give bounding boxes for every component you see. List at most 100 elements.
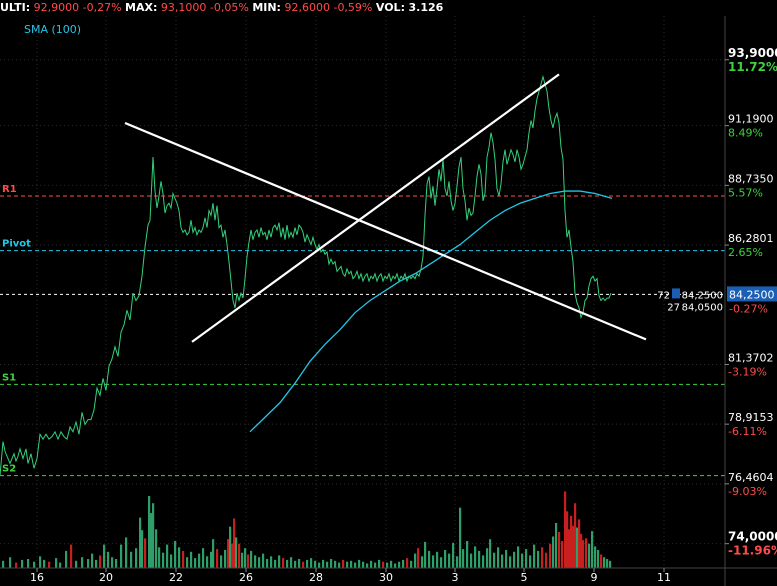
volume-bar <box>466 541 469 568</box>
volume-bar <box>470 553 473 568</box>
volume-bar <box>452 542 455 568</box>
volume-bar <box>564 491 567 568</box>
volume-bar <box>107 551 110 568</box>
volume-bar <box>87 559 90 568</box>
ask-price: 84,0500 <box>682 302 723 313</box>
volume-bar <box>286 559 289 568</box>
volume-bar <box>216 549 219 568</box>
volume-bar <box>366 563 369 568</box>
volume-bar <box>91 553 94 568</box>
volume-bar <box>572 525 575 568</box>
price-axis-percent: -6.11% <box>728 425 767 438</box>
volume-bar <box>374 562 377 568</box>
price-axis-percent: 5.57% <box>728 186 763 199</box>
volume-bar <box>155 529 158 568</box>
volume-bar <box>174 541 177 568</box>
volume-bar <box>39 556 42 568</box>
volume-bar <box>545 552 548 568</box>
volume-bar <box>358 559 361 568</box>
volume-bar <box>505 550 508 568</box>
volume-bar <box>166 544 169 568</box>
volume-bar <box>576 527 579 568</box>
volume-bar <box>521 553 524 568</box>
volume-bar <box>220 555 223 568</box>
volume-bar <box>394 563 397 568</box>
volume-bar <box>170 554 173 568</box>
volume-bar <box>43 559 46 568</box>
volume-bar <box>609 560 612 568</box>
volume-bar <box>250 550 253 568</box>
volume-bar <box>2 560 5 568</box>
volume-bar <box>144 538 147 568</box>
volume-bar <box>482 555 485 568</box>
volume-bar <box>262 553 265 568</box>
volume-bar <box>247 554 250 568</box>
volume-bar <box>382 561 385 568</box>
level-label-s2: S2 <box>2 464 16 475</box>
time-axis-label: 30 <box>379 571 393 584</box>
volume-bar <box>517 546 520 568</box>
volume-bar <box>561 541 564 568</box>
volume-bar <box>21 559 24 568</box>
volume-bar <box>290 557 293 568</box>
volume-bar <box>497 547 500 568</box>
volume-bar <box>33 561 36 568</box>
volume-bar <box>224 550 227 568</box>
volume-bar <box>597 550 600 568</box>
volume-bar <box>541 547 544 568</box>
volume-bar <box>141 530 144 568</box>
price-axis-percent: -11.96% <box>728 544 777 558</box>
volume-bar <box>489 539 492 568</box>
price-axis-label: 93,9000 <box>728 46 777 60</box>
volume-bar <box>378 559 381 568</box>
price-axis-label: 88,7350 <box>728 172 774 185</box>
volume-bar <box>212 539 215 568</box>
volume-bar <box>254 555 257 568</box>
volume-bar <box>70 544 73 568</box>
volume-bar <box>135 548 138 568</box>
volume-bar <box>440 557 443 568</box>
volume-bar <box>27 559 30 568</box>
volume-bar <box>314 560 317 568</box>
price-chart[interactable]: R1 Pivot S1 S2 SMA (100) 93,900011.72% 91,1900… <box>0 0 777 586</box>
volume-bar <box>585 538 588 568</box>
volume-bar <box>390 560 393 568</box>
volume-bar <box>462 549 465 568</box>
volume-bar <box>310 558 313 568</box>
volume-bar <box>448 553 451 568</box>
volume-bar <box>241 552 244 568</box>
volume-bar <box>513 551 516 568</box>
ask-quantity: 27 <box>667 302 680 313</box>
volume-bar <box>302 561 305 568</box>
volume-bar <box>266 559 269 568</box>
price-axis-label: 78,9153 <box>728 411 774 424</box>
volume-bar <box>428 550 431 568</box>
volume-bar <box>574 503 577 568</box>
volume-bar <box>294 560 297 568</box>
volume-bar <box>582 540 585 568</box>
volume-bar <box>186 557 189 568</box>
price-axis-label: 74,0000 <box>728 530 777 544</box>
volume-bar <box>202 548 205 568</box>
volume-bar <box>342 559 345 568</box>
bid-marker <box>672 288 680 299</box>
volume-bar <box>533 544 536 568</box>
volume-bar <box>370 560 373 568</box>
volume-bar <box>148 496 151 568</box>
volume-bar <box>414 553 417 568</box>
volume-bar <box>354 562 357 568</box>
volume-bar <box>606 559 609 568</box>
price-axis-percent: 8.49% <box>728 127 763 140</box>
volume-bar <box>75 560 78 568</box>
volume-bar <box>115 559 118 568</box>
time-axis-label: 26 <box>239 571 253 584</box>
volume-bar <box>558 532 561 568</box>
price-axis-percent: -9.03% <box>728 485 767 498</box>
volume-bar <box>402 559 405 568</box>
volume-bar <box>238 543 241 568</box>
volume-bar <box>509 556 512 568</box>
volume-bar <box>158 547 161 568</box>
volume-bar <box>525 549 528 568</box>
volume-bar <box>474 546 477 568</box>
volume-bar <box>206 556 209 568</box>
